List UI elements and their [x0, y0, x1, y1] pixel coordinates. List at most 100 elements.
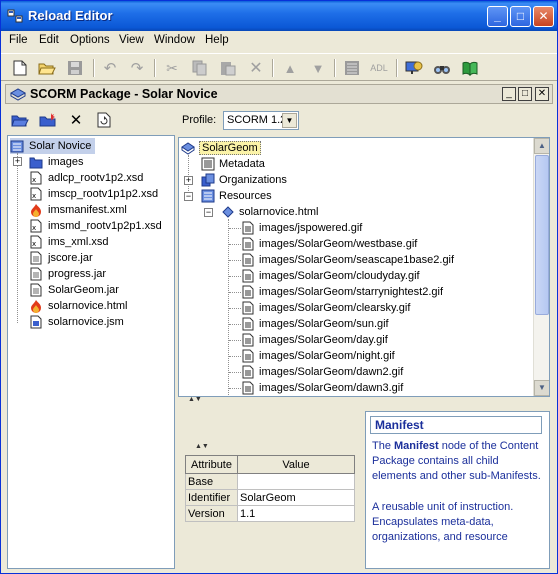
- minimize-button[interactable]: _: [487, 6, 508, 27]
- tree-node-file[interactable]: images/SolarGeom/dawn2.gif: [241, 364, 403, 380]
- tree-line: [229, 244, 241, 245]
- splitter-arrows-icon[interactable]: ▲▼: [188, 396, 202, 403]
- collapse-resources-icon[interactable]: −: [184, 192, 193, 201]
- metadata-icon[interactable]: [343, 59, 361, 77]
- file-icon: [242, 301, 254, 315]
- tree-node-organizations[interactable]: Organizations: [201, 172, 287, 188]
- list-item[interactable]: SolarGeom.jar: [29, 282, 119, 298]
- paste-icon[interactable]: [219, 59, 237, 77]
- tree-node-resource[interactable]: solarnovice.html: [221, 204, 318, 220]
- list-item[interactable]: x imsmd_rootv1p2p1.xsd: [29, 218, 162, 234]
- menu-bar: File Edit Options View Window Help: [1, 31, 557, 51]
- tree-node-file[interactable]: images/SolarGeom/dawn3.gif: [241, 380, 403, 396]
- delete-icon[interactable]: ✕: [67, 111, 85, 129]
- table-row[interactable]: Base: [185, 473, 355, 490]
- menu-file[interactable]: File: [9, 34, 28, 46]
- list-item[interactable]: x adlcp_rootv1p2.xsd: [29, 170, 143, 186]
- save-icon[interactable]: [66, 59, 84, 77]
- frame-minimize-button[interactable]: _: [502, 87, 516, 101]
- move-up-icon[interactable]: ▲: [281, 59, 299, 77]
- svg-text:x: x: [32, 192, 36, 200]
- tree-node-file[interactable]: images/SolarGeom/clearsky.gif: [241, 300, 410, 316]
- attribute-value-cell[interactable]: [237, 473, 355, 490]
- tree-line: [229, 308, 241, 309]
- list-item[interactable]: jscore.jar: [29, 250, 93, 266]
- profile-value: SCORM 1.2: [227, 114, 287, 126]
- move-down-icon[interactable]: ▼: [309, 59, 327, 77]
- tree-node-file[interactable]: images/SolarGeom/day.gif: [241, 332, 388, 348]
- delete-icon[interactable]: ✕: [247, 59, 265, 77]
- column-header-value[interactable]: Value: [237, 455, 355, 474]
- book-icon[interactable]: [461, 59, 479, 77]
- list-item[interactable]: solarnovice.html: [29, 298, 127, 314]
- splitter-arrows-icon[interactable]: ▲▼: [195, 443, 209, 450]
- package-icon: [10, 88, 26, 101]
- package-frame-titlebar[interactable]: SCORM Package - Solar Novice _ □ ✕: [5, 84, 553, 104]
- scroll-down-icon[interactable]: ▼: [534, 380, 549, 396]
- list-item[interactable]: progress.jar: [29, 266, 106, 282]
- file-icon: [242, 333, 254, 347]
- frame-maximize-button[interactable]: □: [518, 87, 532, 101]
- binoculars-icon[interactable]: [433, 59, 451, 77]
- tree-node-metadata[interactable]: Metadata: [201, 156, 265, 172]
- list-item[interactable]: x ims_xml.xsd: [29, 234, 109, 250]
- menu-view[interactable]: View: [119, 34, 144, 46]
- menu-help[interactable]: Help: [205, 34, 229, 46]
- list-item[interactable]: x imscp_rootv1p1p2.xsd: [29, 186, 158, 202]
- menu-window[interactable]: Window: [154, 34, 195, 46]
- menu-options[interactable]: Options: [70, 34, 110, 46]
- column-header-attribute[interactable]: Attribute: [185, 455, 238, 474]
- copy-icon[interactable]: [191, 59, 209, 77]
- tree-node-file[interactable]: images/jspowered.gif: [241, 220, 362, 236]
- maximize-button[interactable]: □: [510, 6, 531, 27]
- attribute-value-cell[interactable]: 1.1: [237, 505, 355, 522]
- list-item[interactable]: imsmanifest.xml: [29, 202, 127, 218]
- expand-organizations-icon[interactable]: +: [184, 176, 193, 185]
- file-icon: [242, 381, 254, 395]
- tree-root-label: SolarGeom: [199, 141, 261, 155]
- profile-select[interactable]: SCORM 1.2 ▼: [223, 111, 299, 130]
- horizontal-splitter[interactable]: ▲▼: [178, 396, 550, 407]
- file-tree: Solar Novice + images x adlcp_rootv1p2.x…: [7, 135, 175, 569]
- cut-icon[interactable]: ✂: [163, 59, 181, 77]
- tree-node-resources[interactable]: Resources: [201, 188, 272, 204]
- redo-icon[interactable]: ↷: [128, 59, 146, 77]
- file-icon: [242, 269, 254, 283]
- refresh-icon[interactable]: [95, 111, 113, 129]
- tree-node-file[interactable]: images/SolarGeom/sun.gif: [241, 316, 389, 332]
- open-folder-icon[interactable]: [11, 111, 29, 129]
- open-folder-icon[interactable]: [38, 59, 56, 77]
- help-text: The Manifest node of the Content Package…: [372, 440, 541, 544]
- new-file-icon[interactable]: [11, 59, 29, 77]
- tree-node-file[interactable]: images/SolarGeom/cloudyday.gif: [241, 268, 420, 284]
- preview-icon[interactable]: [405, 59, 423, 77]
- collapse-resource-icon[interactable]: −: [204, 208, 213, 217]
- list-item[interactable]: solarnovice.jsm: [29, 314, 124, 330]
- table-row[interactable]: Identifier SolarGeom: [185, 489, 355, 506]
- expand-images-icon[interactable]: +: [13, 157, 22, 166]
- adl-button[interactable]: ADL: [367, 59, 391, 77]
- undo-icon[interactable]: ↶: [101, 59, 119, 77]
- chevron-down-icon[interactable]: ▼: [282, 113, 297, 128]
- tree-node-file[interactable]: images/SolarGeom/seascape1base2.gif: [241, 252, 454, 268]
- table-row[interactable]: Version 1.1: [185, 505, 355, 522]
- close-button[interactable]: ✕: [533, 6, 554, 27]
- attribute-value-cell[interactable]: SolarGeom: [237, 489, 355, 506]
- frame-close-button[interactable]: ✕: [535, 87, 549, 101]
- tree-node-file[interactable]: images/SolarGeom/starrynightest2.gif: [241, 284, 443, 300]
- file-icon: [242, 349, 254, 363]
- vertical-scrollbar[interactable]: ▲ ▼: [533, 138, 549, 396]
- xsd-file-icon: x: [30, 219, 42, 233]
- list-item[interactable]: images: [29, 154, 83, 170]
- scroll-up-icon[interactable]: ▲: [534, 138, 549, 154]
- title-bar[interactable]: Reload Editor _ □ ✕: [1, 1, 557, 31]
- tree-node-file[interactable]: images/SolarGeom/night.gif: [241, 348, 395, 364]
- scroll-thumb[interactable]: [535, 155, 549, 315]
- tree-line: [229, 388, 241, 389]
- tree-root[interactable]: Solar Novice: [10, 138, 96, 154]
- tree-node-file[interactable]: images/SolarGeom/westbase.gif: [241, 236, 417, 252]
- menu-edit[interactable]: Edit: [39, 34, 59, 46]
- new-folder-icon[interactable]: [39, 111, 57, 129]
- xsd-file-icon: x: [30, 235, 42, 249]
- tree-node-root[interactable]: SolarGeom: [181, 140, 261, 156]
